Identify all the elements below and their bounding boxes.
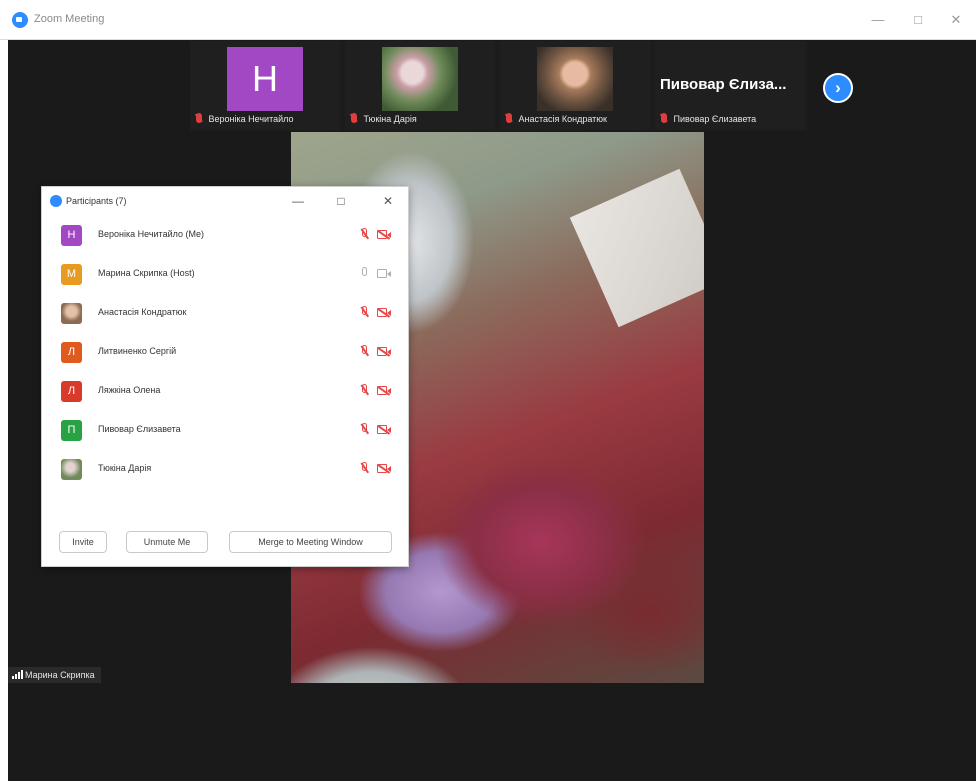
gallery-thumb[interactable]: H Вероніка Нечитайло [190, 41, 340, 130]
participant-name: Марина Скрипка (Host) [98, 268, 195, 278]
avatar: H [227, 47, 303, 111]
mic-muted-icon[interactable] [361, 384, 369, 397]
thumb-name-row: Тюкіна Дарія [345, 113, 495, 127]
mic-muted-icon [661, 113, 667, 123]
participant-name: Тюкіна Дарія [98, 463, 152, 473]
avatar: Н [61, 225, 82, 246]
mic-muted-icon[interactable] [361, 423, 369, 436]
camera-off-icon[interactable] [377, 386, 391, 395]
thumb-name-row: Вероніка Нечитайло [190, 113, 340, 127]
zoom-logo-icon [50, 195, 62, 207]
thumb-name: Анастасія Кондратюк [518, 114, 607, 124]
avatar [61, 459, 82, 480]
zoom-logo-icon [12, 12, 28, 28]
unmute-button[interactable]: Unmute Me [126, 531, 208, 553]
participant-name: Вероніка Нечитайло (Me) [98, 229, 204, 239]
participant-row[interactable]: Тюкіна Дарія [42, 450, 408, 489]
thumb-name: Тюкіна Дарія [363, 114, 417, 124]
avatar: М [61, 264, 82, 285]
gallery-thumb[interactable]: Анастасія Кондратюк [500, 41, 650, 130]
close-icon[interactable]: ✕ [376, 191, 400, 211]
participant-name: Анастасія Кондратюк [98, 307, 187, 317]
signal-strength-icon [12, 670, 23, 679]
participant-name: Ляжкіна Олена [98, 385, 161, 395]
participant-row[interactable]: М Марина Скрипка (Host) [42, 255, 408, 294]
speaker-name: Марина Скрипка [25, 670, 95, 680]
video-thumbnail [537, 47, 613, 111]
participants-panel: Participants (7) — □ ✕ Н Вероніка Нечита… [41, 186, 409, 567]
avatar [61, 303, 82, 324]
speaker-name-label: Марина Скрипка [8, 667, 101, 683]
participant-row[interactable]: Н Вероніка Нечитайло (Me) [42, 216, 408, 255]
camera-off-icon[interactable] [377, 347, 391, 356]
participant-name: Литвиненко Сергій [98, 346, 177, 356]
camera-off-icon[interactable] [377, 464, 391, 473]
merge-to-meeting-window-button[interactable]: Merge to Meeting Window [229, 531, 392, 553]
zoom-window: Zoom Meeting — □ ✕ H Вероніка Нечитайло … [0, 0, 976, 781]
minimize-icon[interactable]: — [860, 6, 896, 34]
video-thumbnail [382, 47, 458, 111]
participant-row[interactable]: П Пивовар Єлизавета [42, 411, 408, 450]
panel-title: Participants (7) [66, 196, 127, 206]
chevron-right-icon[interactable]: › [823, 73, 853, 103]
avatar: Л [61, 342, 82, 363]
mic-muted-icon [196, 113, 202, 123]
mic-icon[interactable] [361, 267, 369, 280]
thumb-name-row: Анастасія Кондратюк [500, 113, 650, 127]
minimize-icon[interactable]: — [286, 191, 310, 211]
mic-muted-icon[interactable] [361, 306, 369, 319]
mic-muted-icon [351, 113, 357, 123]
window-title: Zoom Meeting [34, 13, 105, 25]
maximize-icon[interactable]: □ [900, 6, 936, 34]
thumb-name: Вероніка Нечитайло [208, 114, 294, 124]
thumb-name: Пивовар Єлизавета [673, 114, 757, 124]
maximize-icon[interactable]: □ [329, 191, 353, 211]
camera-off-icon[interactable] [377, 425, 391, 434]
camera-off-icon[interactable] [377, 230, 391, 239]
mic-muted-icon [506, 113, 512, 123]
title-bar: Zoom Meeting — □ ✕ [0, 0, 976, 40]
participant-row[interactable]: Л Литвиненко Сергій [42, 333, 408, 372]
window-edge [0, 40, 8, 781]
thumb-name-row: Пивовар Єлизавета [655, 113, 805, 127]
thumb-display-name: Пивовар Єлиза... [660, 76, 787, 93]
camera-icon[interactable] [377, 269, 391, 278]
participant-row[interactable]: Л Ляжкіна Олена [42, 372, 408, 411]
avatar: П [61, 420, 82, 441]
participant-name: Пивовар Єлизавета [98, 424, 181, 434]
video-content [569, 168, 704, 328]
close-icon[interactable]: ✕ [938, 6, 974, 34]
camera-off-icon[interactable] [377, 308, 391, 317]
mic-muted-icon[interactable] [361, 462, 369, 475]
participant-row[interactable]: Анастасія Кондратюк [42, 294, 408, 333]
mic-muted-icon[interactable] [361, 345, 369, 358]
avatar: Л [61, 381, 82, 402]
invite-button[interactable]: Invite [59, 531, 107, 553]
mic-muted-icon[interactable] [361, 228, 369, 241]
gallery-thumb[interactable]: Тюкіна Дарія [345, 41, 495, 130]
